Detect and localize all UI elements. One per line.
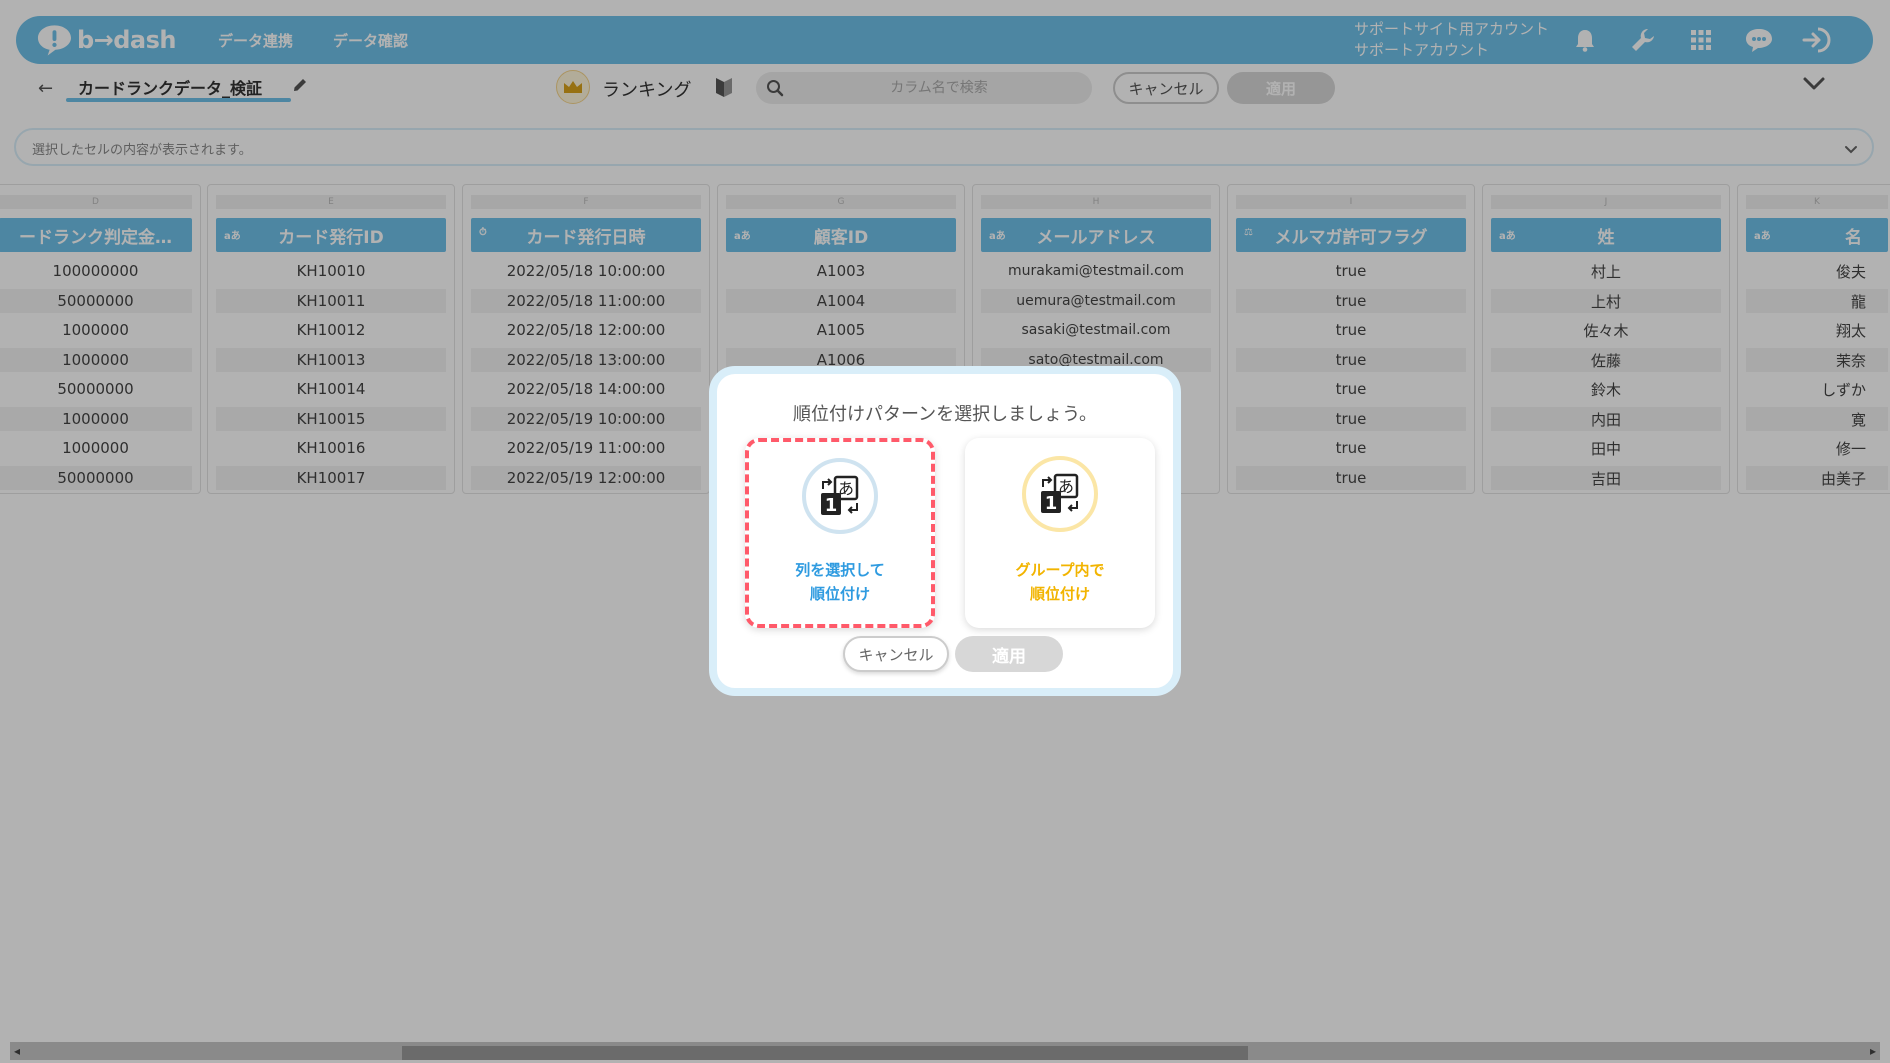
- option-label-line2: 順位付け: [809, 585, 870, 603]
- option-label-line1: グループ内で: [1015, 561, 1105, 579]
- ranking-pattern-dialog: 順位付けパターンを選択しましょう。 あ 1 列を選択して 順位付け あ 1 グル…: [709, 366, 1181, 696]
- dialog-cancel-button[interactable]: キャンセル: [843, 636, 949, 672]
- option-rank-by-column[interactable]: あ 1 列を選択して 順位付け: [745, 438, 935, 628]
- svg-text:1: 1: [1045, 493, 1058, 514]
- dialog-title: 順位付けパターンを選択しましょう。: [792, 404, 1098, 425]
- option-label-line2: 順位付け: [1029, 585, 1090, 603]
- dialog-apply-button[interactable]: 適用: [955, 636, 1063, 672]
- option-rank-within-group[interactable]: あ 1 グループ内で 順位付け: [965, 438, 1155, 628]
- ranking-order-icon: あ 1: [802, 458, 878, 534]
- option-label: グループ内で 順位付け: [965, 558, 1155, 606]
- option-label: 列を選択して 順位付け: [749, 558, 931, 606]
- ranking-order-icon: あ 1: [1022, 456, 1098, 532]
- svg-text:1: 1: [825, 495, 838, 516]
- option-label-line1: 列を選択して: [795, 561, 885, 579]
